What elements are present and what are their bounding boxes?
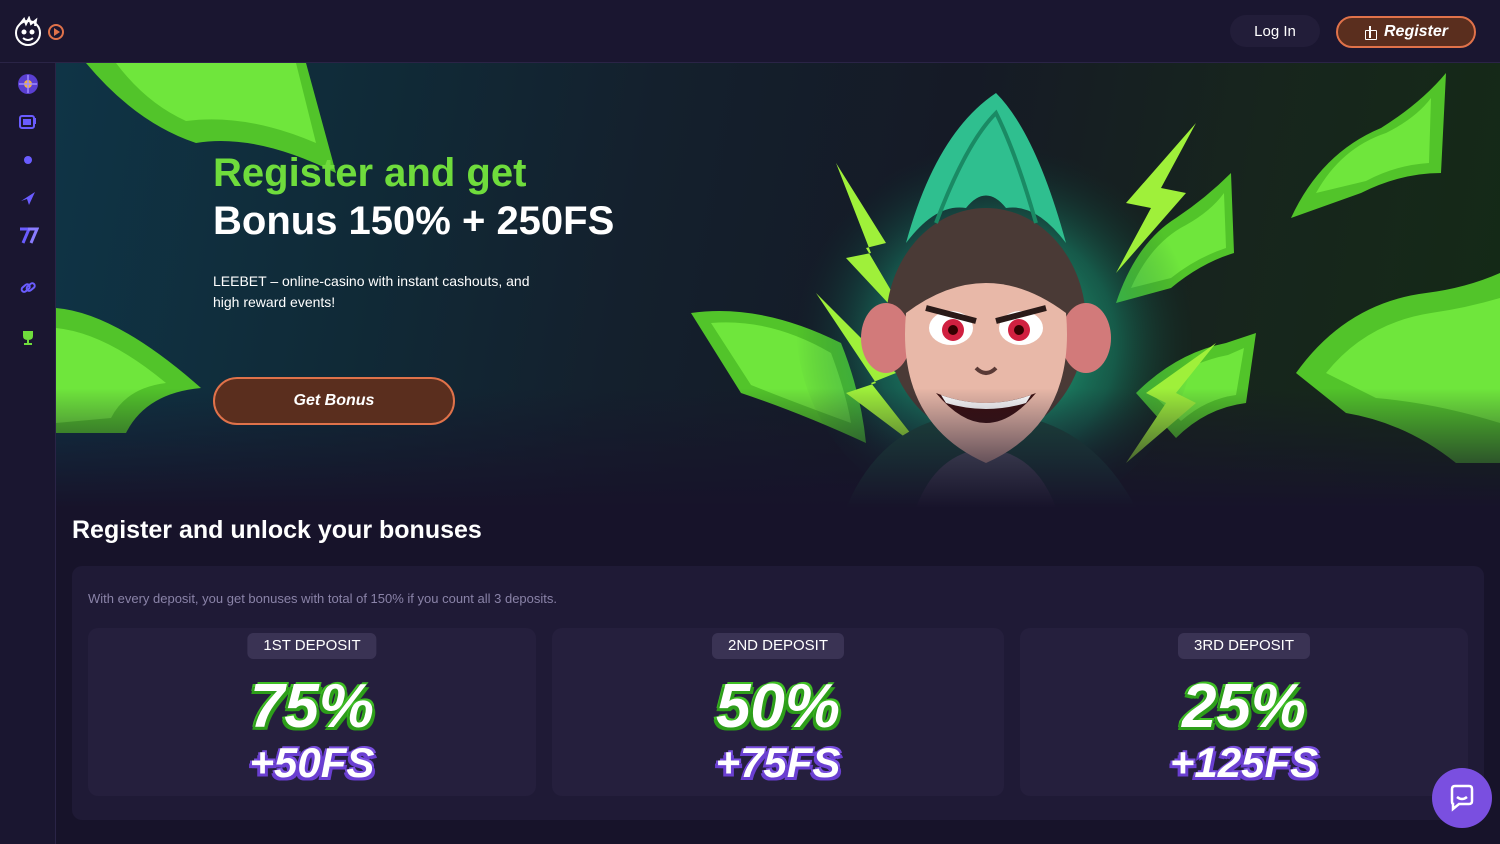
top-bar: Log In Register [0, 0, 1500, 63]
wheel-icon[interactable] [17, 73, 39, 95]
register-button[interactable]: Register [1336, 16, 1476, 48]
deposit-label: 2ND DEPOSIT [711, 633, 845, 659]
deposit-freespins: +50FS [249, 739, 375, 786]
chat-button[interactable] [1432, 768, 1492, 828]
bonus-note: With every deposit, you get bonuses with… [88, 591, 557, 606]
section-title: Register and unlock your bonuses [72, 516, 482, 544]
deposit-freespins: +75FS [715, 739, 841, 786]
sidebar [0, 63, 56, 844]
register-label: Register [1383, 23, 1449, 40]
bonus-panel: With every deposit, you get bonuses with… [72, 566, 1484, 820]
deposit-percent: 50% [715, 672, 841, 741]
live-dot-icon[interactable] [17, 149, 39, 171]
deposit-freespins: +125FS [1169, 739, 1319, 786]
deposit-card-2[interactable]: 2ND DEPOSIT 50% +75FS [552, 628, 1004, 796]
deposit-card-3[interactable]: 3RD DEPOSIT 25% +125FS [1020, 628, 1468, 796]
hero-description: LEEBET – online-casino with instant cash… [213, 273, 530, 310]
deposit-percent: 25% [1181, 672, 1307, 741]
login-button[interactable]: Log In [1230, 15, 1320, 47]
deposit-percent: 75% [249, 672, 375, 741]
plane-icon[interactable] [17, 187, 39, 209]
chat-bubble-icon [1450, 784, 1474, 812]
gift-icon [1364, 26, 1377, 40]
hero-title-white: Bonus 150% + 250FS [213, 199, 615, 243]
get-bonus-button[interactable]: Get Bonus [213, 377, 455, 425]
deposit-card-1[interactable]: 1ST DEPOSIT 75% +50FS [88, 628, 536, 796]
hero-banner: Register and get Bonus 150% + 250FS LEEB… [56, 63, 1500, 508]
seven-icon[interactable] [17, 225, 39, 247]
banknote-icon [1291, 73, 1446, 218]
hero-title-green: Register and get [213, 151, 527, 195]
trophy-icon[interactable] [17, 327, 39, 349]
deposit-label: 1ST DEPOSIT [247, 633, 377, 659]
link-icon[interactable] [17, 277, 39, 299]
play-icon[interactable] [48, 24, 64, 40]
deposit-label: 3RD DEPOSIT [1177, 633, 1311, 659]
monkey-logo-icon[interactable] [12, 16, 44, 48]
slots-icon[interactable] [17, 111, 39, 133]
